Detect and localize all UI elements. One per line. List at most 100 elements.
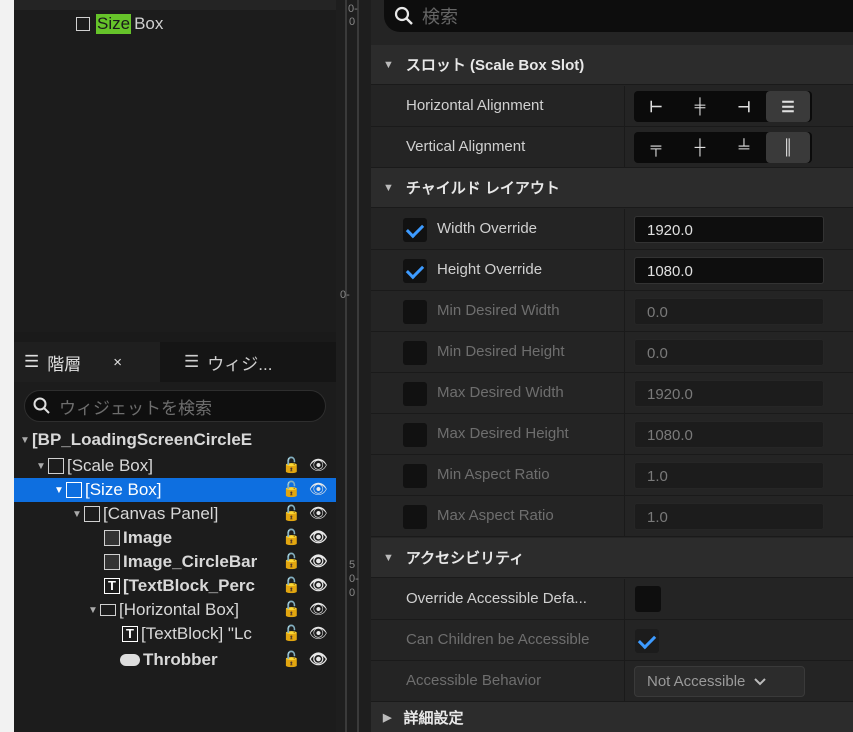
expand-arrow-icon[interactable]: ▼ bbox=[52, 485, 66, 496]
min-aspect-ratio-field[interactable]: 1.0 bbox=[634, 462, 824, 489]
min-desired-height-field[interactable]: 0.0 bbox=[634, 339, 824, 366]
lock-icon[interactable]: 🔓 bbox=[282, 576, 301, 594]
row-max-desired-height: Max Desired Height 1080.0 bbox=[371, 414, 853, 455]
height-override-checkbox[interactable] bbox=[403, 259, 427, 283]
image-icon bbox=[104, 530, 120, 546]
align-bottom-icon[interactable]: ╧ bbox=[722, 132, 766, 163]
section-child-layout[interactable]: ▼ チャイルド レイアウト bbox=[371, 168, 853, 208]
min-desired-width-field[interactable]: 0.0 bbox=[634, 298, 824, 325]
row-can-children-accessible: Can Children be Accessible bbox=[371, 620, 853, 661]
widget-search-input[interactable]: ウィジェットを検索 bbox=[24, 390, 326, 422]
tree-label: [Size Box] bbox=[85, 480, 162, 499]
row-max-aspect-ratio: Max Aspect Ratio 1.0 bbox=[371, 496, 853, 537]
collapse-arrow-icon[interactable]: ▼ bbox=[383, 182, 394, 194]
width-override-checkbox[interactable] bbox=[403, 218, 427, 242]
max-aspect-ratio-checkbox[interactable] bbox=[403, 505, 427, 529]
tree-label: Image_CircleBar bbox=[123, 552, 258, 571]
expand-arrow-icon[interactable]: ▶ bbox=[383, 711, 391, 724]
lock-icon[interactable]: 🔓 bbox=[282, 600, 301, 618]
lock-icon[interactable]: 🔓 bbox=[282, 504, 301, 522]
size-box-icon bbox=[76, 17, 90, 31]
expand-arrow-icon[interactable]: ▼ bbox=[18, 435, 32, 446]
min-desired-height-checkbox[interactable] bbox=[403, 341, 427, 365]
tree-row-textblock-perc[interactable]: T [TextBlock_Perc 🔓 👁 bbox=[14, 574, 336, 598]
palette-item-highlight: Size bbox=[96, 14, 132, 34]
eye-icon[interactable]: 👁 bbox=[309, 504, 328, 522]
text-icon: T bbox=[104, 578, 120, 594]
tree-row-root[interactable]: ▼ [BP_LoadingScreenCircleE bbox=[14, 428, 336, 452]
max-desired-width-checkbox[interactable] bbox=[403, 382, 427, 406]
accessible-behavior-dropdown[interactable]: Not Accessible bbox=[634, 666, 805, 697]
ruler-mark: 0- bbox=[348, 3, 358, 15]
tab-widgets[interactable]: ☰ ウィジ... bbox=[170, 342, 330, 382]
list-icon: ☰ bbox=[24, 352, 40, 371]
lock-icon[interactable]: 🔓 bbox=[282, 456, 301, 474]
max-desired-height-field[interactable]: 1080.0 bbox=[634, 421, 824, 448]
tree-row-throbber[interactable]: Throbber 🔓 👁 bbox=[14, 648, 336, 672]
eye-icon[interactable]: 👁 bbox=[309, 624, 328, 642]
width-override-field[interactable]: 1920.0 bbox=[634, 216, 824, 243]
align-fill-icon[interactable]: ☰ bbox=[766, 91, 810, 122]
max-desired-width-field[interactable]: 1920.0 bbox=[634, 380, 824, 407]
align-top-icon[interactable]: ╤ bbox=[634, 132, 678, 163]
eye-icon[interactable]: 👁 bbox=[309, 552, 328, 570]
image-icon bbox=[104, 554, 120, 570]
palette-item-size-box[interactable]: Size Box bbox=[76, 14, 163, 34]
eye-icon[interactable]: 👁 bbox=[309, 600, 328, 618]
tree-row-image-circlebar[interactable]: Image_CircleBar 🔓 👁 bbox=[14, 550, 336, 574]
min-aspect-ratio-checkbox[interactable] bbox=[403, 464, 427, 488]
align-right-icon[interactable]: ⊣ bbox=[722, 91, 766, 122]
max-desired-height-checkbox[interactable] bbox=[403, 423, 427, 447]
tree-row-canvas-panel[interactable]: ▼ [Canvas Panel] 🔓 👁 bbox=[14, 502, 336, 526]
tree-row-image[interactable]: Image 🔓 👁 bbox=[14, 526, 336, 550]
align-center-icon[interactable]: ╪ bbox=[678, 91, 722, 122]
tree-label: [Canvas Panel] bbox=[103, 504, 219, 523]
lock-icon[interactable]: 🔓 bbox=[282, 528, 301, 546]
column-divider bbox=[624, 661, 625, 702]
list-icon: ☰ bbox=[184, 352, 200, 371]
collapse-arrow-icon[interactable]: ▼ bbox=[383, 59, 394, 71]
column-divider bbox=[624, 250, 625, 291]
align-middle-icon[interactable]: ┼ bbox=[678, 132, 722, 163]
row-label: Accessible Behavior bbox=[406, 672, 542, 689]
close-icon[interactable]: × bbox=[113, 354, 122, 371]
section-advanced[interactable]: ▶ 詳細設定 bbox=[371, 702, 853, 732]
collapse-arrow-icon[interactable]: ▼ bbox=[383, 552, 394, 564]
can-children-accessible-checkbox[interactable] bbox=[635, 629, 659, 653]
eye-icon[interactable]: 👁 bbox=[309, 576, 328, 594]
override-accessible-checkbox[interactable] bbox=[635, 586, 661, 612]
eye-icon[interactable]: 👁 bbox=[309, 528, 328, 546]
lock-icon[interactable]: 🔓 bbox=[282, 552, 301, 570]
expand-arrow-icon[interactable]: ▼ bbox=[70, 509, 84, 520]
tree-label: [TextBlock_Perc bbox=[123, 576, 255, 595]
lock-icon[interactable]: 🔓 bbox=[282, 650, 301, 668]
details-search-input[interactable]: 検索 bbox=[384, 0, 853, 32]
row-label: Min Desired Height bbox=[437, 343, 565, 360]
tab-hierarchy[interactable]: ☰ 階層 × bbox=[14, 342, 160, 382]
height-override-field[interactable]: 1080.0 bbox=[634, 257, 824, 284]
tree-label: Image bbox=[123, 528, 173, 547]
row-label: Max Aspect Ratio bbox=[437, 507, 554, 524]
section-accessibility[interactable]: ▼ アクセシビリティ bbox=[371, 538, 853, 578]
row-label: Width Override bbox=[437, 220, 538, 237]
row-label: Max Desired Height bbox=[437, 425, 569, 442]
align-fill-vertical-icon[interactable]: ║ bbox=[766, 132, 810, 163]
max-aspect-ratio-field[interactable]: 1.0 bbox=[634, 503, 824, 530]
tree-row-size-box[interactable]: ▼ [Size Box] 🔓 👁 bbox=[14, 478, 336, 502]
min-desired-width-checkbox[interactable] bbox=[403, 300, 427, 324]
eye-icon[interactable]: 👁 bbox=[309, 480, 328, 498]
expand-arrow-icon[interactable]: ▼ bbox=[34, 461, 48, 472]
tree-row-textblock[interactable]: T [TextBlock] "Lc 🔓 👁 bbox=[14, 622, 336, 646]
align-left-icon[interactable]: ⊢ bbox=[634, 91, 678, 122]
ruler-line bbox=[357, 0, 359, 732]
chevron-down-icon bbox=[754, 677, 767, 685]
lock-icon[interactable]: 🔓 bbox=[282, 624, 301, 642]
scale-box-icon bbox=[48, 458, 64, 474]
tree-row-scale-box[interactable]: ▼ [Scale Box] 🔓 👁 bbox=[14, 454, 336, 478]
expand-arrow-icon[interactable]: ▼ bbox=[86, 605, 100, 616]
eye-icon[interactable]: 👁 bbox=[309, 456, 328, 474]
section-slot[interactable]: ▼ スロット (Scale Box Slot) bbox=[371, 45, 853, 85]
lock-icon[interactable]: 🔓 bbox=[282, 480, 301, 498]
tree-row-horizontal-box[interactable]: ▼ [Horizontal Box] 🔓 👁 bbox=[14, 598, 336, 622]
eye-icon[interactable]: 👁 bbox=[309, 650, 328, 668]
